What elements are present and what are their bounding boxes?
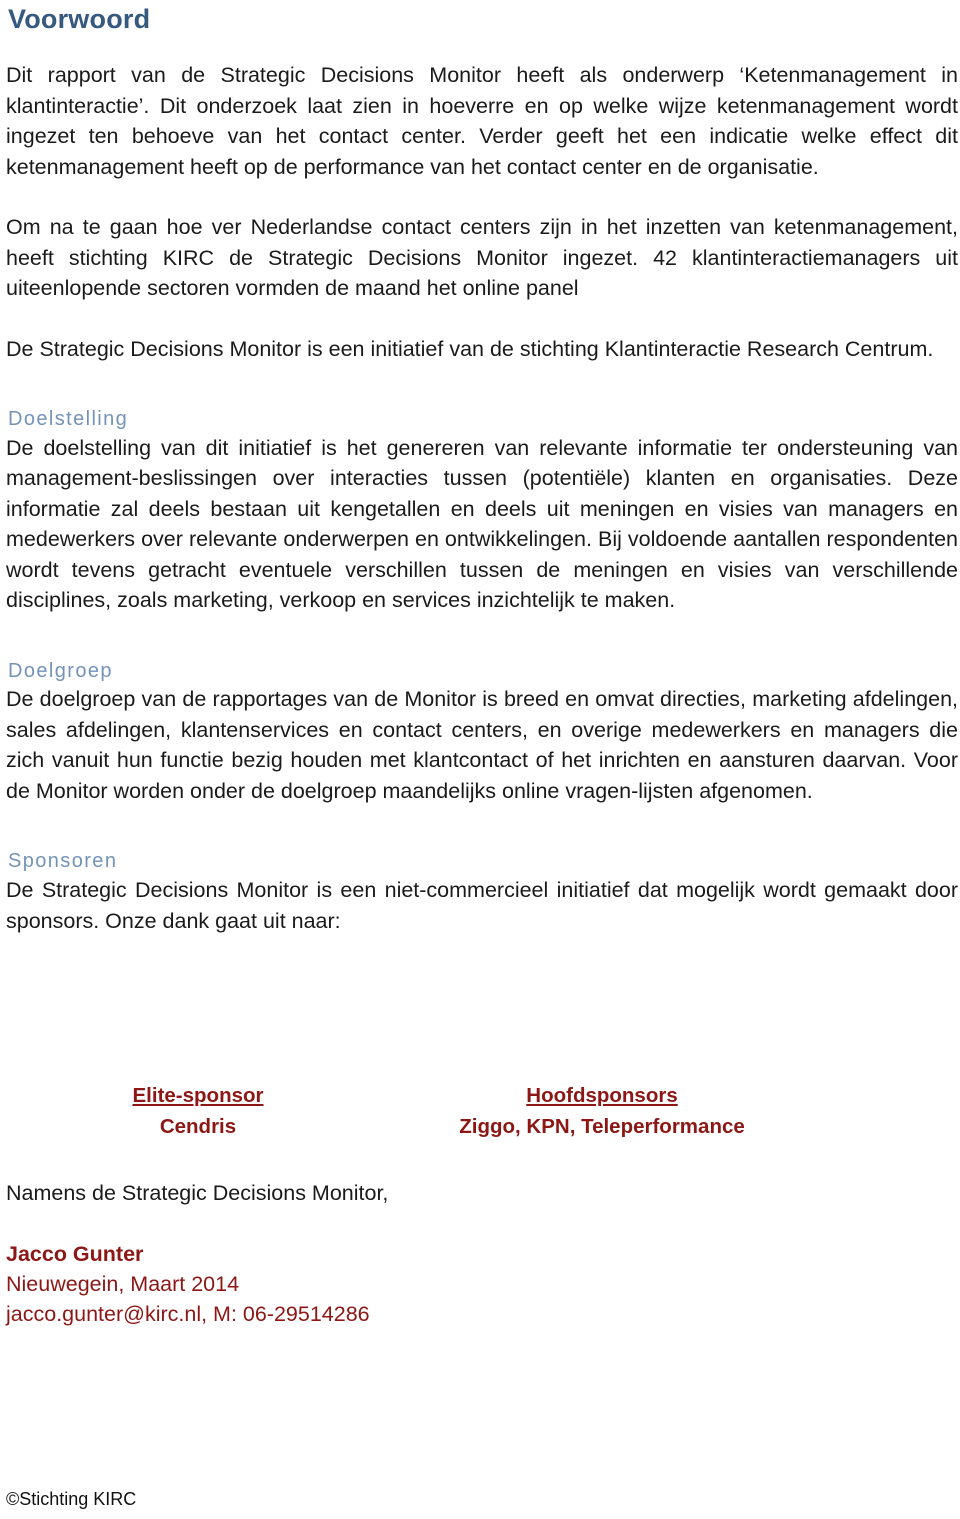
intro-paragraph-3: De Strategic Decisions Monitor is een in… bbox=[6, 336, 934, 361]
section-body-doelstelling: De doelstelling van dit initiatief is he… bbox=[6, 435, 958, 613]
elite-sponsor-names: Cendris bbox=[159, 1115, 237, 1138]
intro-paragraph-1: Dit rapport van de Strategic Decisions M… bbox=[6, 63, 958, 179]
signoff-contact[interactable]: jacco.gunter@kirc.nl, M: 06-29514286 bbox=[6, 1299, 706, 1329]
elite-sponsor-label: Elite-sponsor bbox=[132, 1084, 264, 1107]
signoff-name: Jacco Gunter bbox=[6, 1241, 144, 1266]
section-body-sponsoren: De Strategic Decisions Monitor is een ni… bbox=[6, 878, 958, 933]
section-heading-doelgroep: Doelgroep bbox=[8, 659, 113, 682]
sponsor-column-main: Hoofdsponsors Ziggo, KPN, Teleperformanc… bbox=[332, 1080, 872, 1142]
page-title: Voorwoord bbox=[8, 4, 151, 34]
signoff-closing: Namens de Strategic Decisions Monitor, bbox=[6, 1181, 389, 1205]
signoff-block: Namens de Strategic Decisions Monitor, J… bbox=[6, 1178, 706, 1329]
section-body-doelgroep: De doelgroep van de rapportages van de M… bbox=[6, 687, 958, 803]
sponsor-column-elite: Elite-sponsor Cendris bbox=[60, 1080, 336, 1142]
footer-copyright: ©Stichting KIRC bbox=[6, 1489, 137, 1510]
document-page: Voorwoord Dit rapport van de Strategic D… bbox=[0, 0, 960, 1519]
main-sponsors-label: Hoofdsponsors bbox=[526, 1084, 678, 1107]
section-heading-doelstelling: Doelstelling bbox=[8, 408, 129, 431]
main-sponsors-names: Ziggo, KPN, Teleperformance bbox=[459, 1115, 745, 1138]
intro-paragraph-2: Om na te gaan hoe ver Nederlandse contac… bbox=[6, 215, 958, 301]
signoff-place-date: Nieuwegein, Maart 2014 bbox=[6, 1271, 240, 1296]
section-heading-sponsoren: Sponsoren bbox=[8, 850, 118, 873]
document-content: Voorwoord Dit rapport van de Strategic D… bbox=[6, 0, 958, 936]
